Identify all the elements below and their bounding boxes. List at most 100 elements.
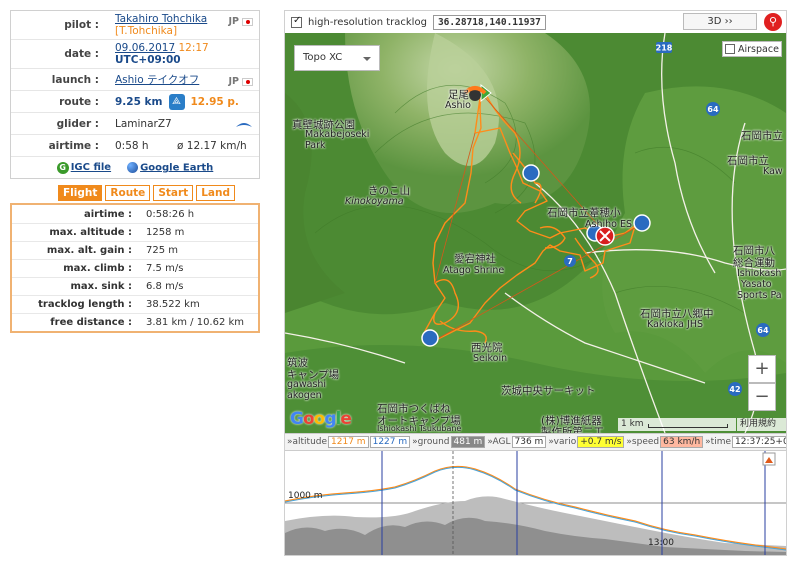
altitude-readout: 1217 m xyxy=(328,436,369,448)
pilot-label: pilot : xyxy=(64,19,99,31)
altitude-profile[interactable]: 1000 m 13:00 xyxy=(285,451,786,555)
zoom-in-button[interactable]: + xyxy=(748,355,776,383)
map-terrain: 218 64 64 7 42 xyxy=(285,33,786,433)
hires-tracklog-checkbox[interactable] xyxy=(291,15,302,28)
stats-row: tracklog length :38.522 km xyxy=(12,295,258,313)
date-label: date : xyxy=(64,48,99,60)
launch-row: launch : Ashio テイクオフ JP xyxy=(11,68,259,90)
glider-wing-icon xyxy=(236,122,252,127)
altitude-profile-chart xyxy=(285,451,786,555)
launch-label: launch : xyxy=(51,73,99,86)
ground-readout: 481 m xyxy=(450,436,486,448)
airtime-value: 0:58 h xyxy=(115,139,149,152)
stats-row: airtime :0:58:26 h xyxy=(84,208,195,220)
tab-land[interactable]: Land xyxy=(196,185,235,201)
map-label: Kaw xyxy=(763,166,783,177)
map-label: 石岡市立葦穂小 xyxy=(547,207,621,219)
svg-text:64: 64 xyxy=(757,326,769,335)
svg-text:218: 218 xyxy=(656,44,673,53)
average-speed: ø 12.17 km/h xyxy=(177,139,247,152)
stats-row: max. sink :6.8 m/s xyxy=(12,277,258,295)
vario-readout: +0.7 m/s xyxy=(577,436,625,448)
map-label: Atago Shrine xyxy=(443,265,505,276)
japan-flag-icon xyxy=(242,77,253,86)
stats-row: max. climb :7.5 m/s xyxy=(12,259,258,277)
map-label: Sports Pa xyxy=(737,290,782,301)
google-logo: Google xyxy=(290,409,352,429)
svg-text:42: 42 xyxy=(729,385,740,394)
map-label: Ishiokash xyxy=(737,268,782,279)
stats-row: max. altitude :1258 m xyxy=(12,223,258,241)
hires-tracklog-label: high-resolution tracklog xyxy=(308,16,427,28)
route-label: route : xyxy=(59,95,99,108)
pilot-country: JP xyxy=(228,16,240,27)
altitude-readout-2: 1227 m xyxy=(369,436,411,448)
3d-view-button[interactable]: 3D ›› xyxy=(683,13,757,30)
map-label: Kakioka JHS xyxy=(647,319,703,330)
svg-text:64: 64 xyxy=(707,105,719,114)
map-label: Makabejoseki xyxy=(305,129,370,140)
map-layer-select[interactable]: Topo XC xyxy=(294,45,380,71)
route-distance: 9.25 km xyxy=(115,95,163,108)
glider-label: glider : xyxy=(56,117,99,130)
magnifier-icon[interactable]: ⚲ xyxy=(764,13,782,31)
speed-readout: 63 km/h xyxy=(660,436,704,448)
download-links-row: G IGC file Google Earth xyxy=(11,156,259,178)
japan-flag-icon xyxy=(242,17,253,26)
map-label: 製作所第二工 xyxy=(541,426,604,433)
time-axis-label: 13:00 xyxy=(648,538,674,548)
flight-time: 12:17 xyxy=(178,42,209,54)
glider-row: glider : LaminarZ7 xyxy=(11,112,259,134)
airspace-checkbox[interactable] xyxy=(725,44,735,54)
map-terms-link[interactable]: 利用規約 xyxy=(737,418,786,431)
map-label: Ishiokashi Tsukubane xyxy=(377,424,462,433)
map-label: Ashiho ES xyxy=(585,219,632,230)
pilot-nick: [T.Tohchika] xyxy=(115,25,178,37)
route-row: route : 9.25 km ⟁ 12.95 p. xyxy=(11,90,259,112)
tab-flight[interactable]: Flight xyxy=(58,185,103,201)
map-label: Ashio xyxy=(445,100,471,111)
pilot-name-link[interactable]: Takahiro Tohchika xyxy=(115,13,207,25)
airspace-toggle[interactable]: Airspace xyxy=(722,41,782,57)
time-readout: 12:37:25+09:00 xyxy=(732,436,786,448)
airtime-row: airtime : 0:58 h ø 12.17 km/h xyxy=(11,134,259,156)
stats-row: free distance :3.81 km / 10.62 km xyxy=(12,313,258,331)
topo-map[interactable]: 218 64 64 7 42 Topo XC Airspace 真壁城跡公園 M… xyxy=(285,33,786,433)
igc-file-icon: G xyxy=(56,161,69,174)
launch-country: JP xyxy=(228,76,240,87)
glider-name: LaminarZ7 xyxy=(115,117,172,130)
pilot-row: pilot : Takahiro Tohchika [T.Tohchika] J… xyxy=(11,11,259,39)
map-label: Yasato xyxy=(741,279,772,290)
map-label: akogen xyxy=(287,390,322,401)
map-panel: high-resolution tracklog 36.28718,140.11… xyxy=(284,10,787,556)
scale-bar xyxy=(648,424,728,428)
map-label: 愛宕神社 xyxy=(454,253,496,265)
svg-text:7: 7 xyxy=(567,257,573,266)
launch-link[interactable]: Ashio テイクオフ xyxy=(115,74,199,86)
timezone: UTC+09:00 xyxy=(115,54,181,66)
cursor-coordinates: 36.28718,140.11937 xyxy=(432,14,546,30)
map-toolbar: high-resolution tracklog 36.28718,140.11… xyxy=(285,11,786,33)
map-label: 茨城中央サーキット xyxy=(501,385,596,397)
flight-readout-strip: »altitude 1217 m 1227 m »ground 481 m »A… xyxy=(285,433,786,451)
map-label: Park xyxy=(305,140,326,151)
flight-tabs: Flight Route Start Land xyxy=(58,185,235,201)
route-type-icon[interactable]: ⟁ xyxy=(168,93,185,110)
date-row: date : 09.06.2017 12:17 UTC+09:00 xyxy=(11,39,259,68)
map-label: gawashi xyxy=(287,379,327,390)
tab-route[interactable]: Route xyxy=(105,185,151,201)
agl-readout: 736 m xyxy=(511,436,547,448)
map-label: 石岡市立 xyxy=(741,130,783,142)
airtime-label: airtime : xyxy=(48,139,99,152)
google-earth-link[interactable]: Google Earth xyxy=(127,161,213,173)
altitude-axis-label: 1000 m xyxy=(288,491,323,501)
igc-file-link[interactable]: G IGC file xyxy=(56,161,111,174)
map-scale: 1 km xyxy=(618,418,736,431)
tab-start[interactable]: Start xyxy=(153,185,194,201)
flight-date[interactable]: 09.06.2017 xyxy=(115,42,175,54)
google-earth-icon xyxy=(127,161,139,173)
zoom-out-button[interactable]: − xyxy=(748,383,776,411)
flight-stats-table: airtime :0:58:26 h max. altitude :1258 m… xyxy=(10,203,260,333)
flight-info-panel: pilot : Takahiro Tohchika [T.Tohchika] J… xyxy=(10,10,260,179)
route-points: 12.95 p. xyxy=(190,95,239,108)
